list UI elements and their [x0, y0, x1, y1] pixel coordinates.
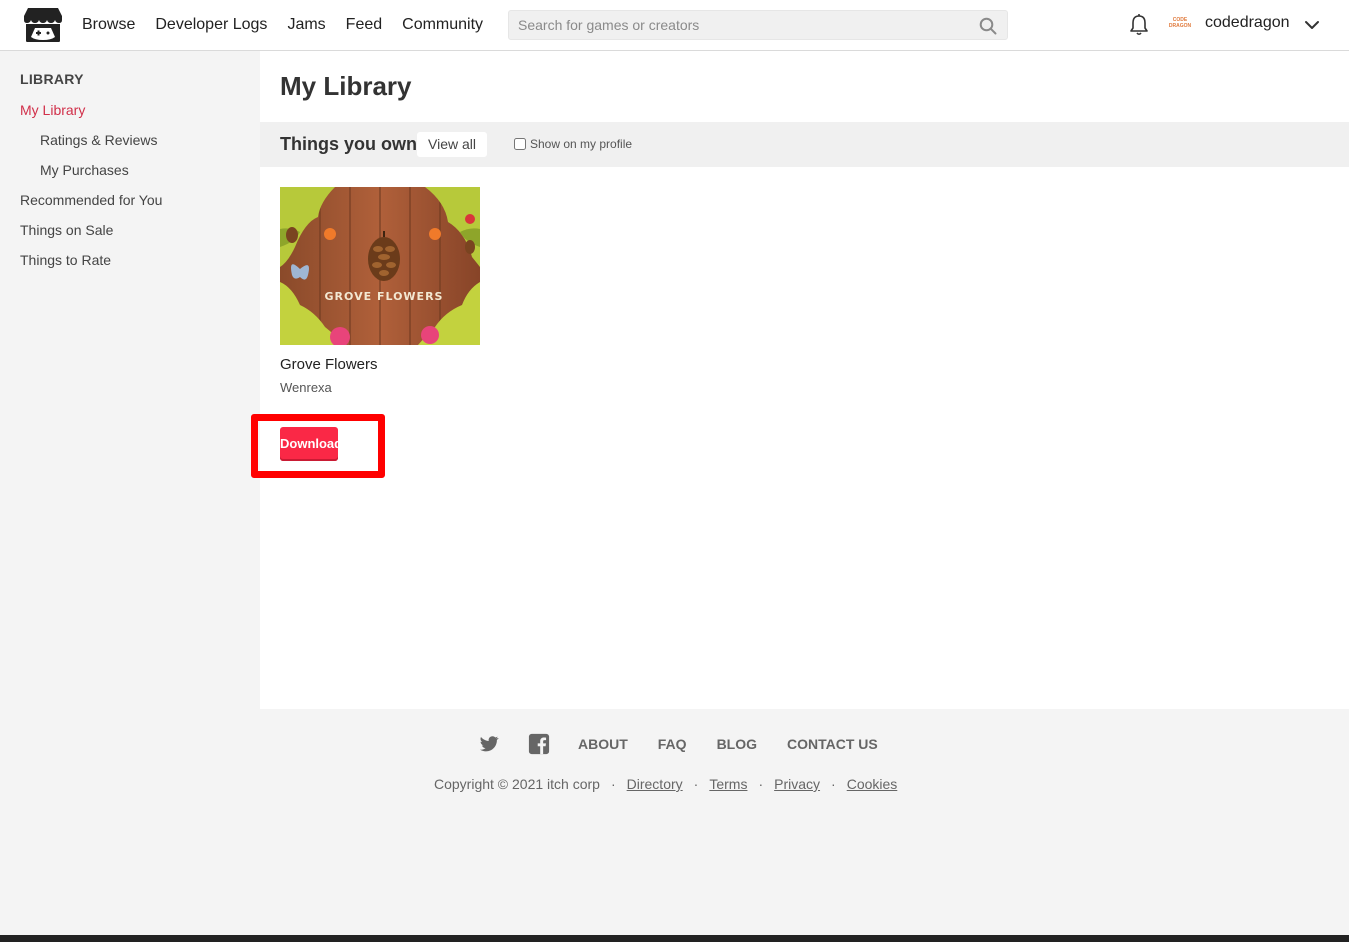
- thumbnail-title: GROVE FLOWERS: [325, 290, 444, 303]
- search-box: [508, 10, 1008, 40]
- main-nav: Browse Developer Logs Jams Feed Communit…: [82, 0, 503, 50]
- game-thumbnail[interactable]: GROVE FLOWERS: [280, 187, 480, 345]
- section-title: Things you own: [280, 134, 417, 154]
- footer-blog-link[interactable]: BLOG: [717, 736, 757, 752]
- sidebar-item-things-to-rate[interactable]: Things to Rate: [20, 252, 111, 268]
- search-input[interactable]: [509, 11, 1007, 39]
- site-header: Browse Developer Logs Jams Feed Communit…: [0, 0, 1349, 51]
- footer-about-link[interactable]: ABOUT: [578, 736, 628, 752]
- sidebar-heading: LIBRARY: [20, 71, 84, 87]
- itch-logo-icon[interactable]: [23, 7, 63, 43]
- sidebar-item-my-purchases[interactable]: My Purchases: [40, 162, 129, 178]
- cookies-link[interactable]: Cookies: [847, 776, 898, 792]
- show-on-profile-toggle[interactable]: Show on my profile: [514, 137, 632, 151]
- copyright-line: Copyright © 2021 itch corp · Directory ·…: [434, 776, 897, 792]
- nav-feed[interactable]: Feed: [346, 16, 382, 34]
- search-icon[interactable]: [979, 17, 997, 35]
- separator-dot: ·: [758, 776, 764, 792]
- facebook-icon[interactable]: [528, 733, 550, 755]
- game-cell: GROVE FLOWERS Grove Flowers Wenrexa: [280, 187, 480, 395]
- footer-links: ABOUT FAQ BLOG CONTACT US: [478, 733, 908, 755]
- chevron-down-icon[interactable]: [1303, 16, 1321, 34]
- footer-contact-link[interactable]: CONTACT US: [787, 736, 878, 752]
- game-author-link[interactable]: Wenrexa: [280, 380, 332, 395]
- page-title: My Library: [280, 71, 412, 101]
- terms-link[interactable]: Terms: [709, 776, 747, 792]
- separator-dot: ·: [610, 776, 616, 792]
- privacy-link[interactable]: Privacy: [774, 776, 820, 792]
- library-sidebar: LIBRARY My Library Ratings & Reviews My …: [0, 51, 260, 709]
- owned-section-header: Things you own View all Show on my profi…: [260, 122, 1349, 167]
- sidebar-item-ratings-reviews[interactable]: Ratings & Reviews: [40, 132, 158, 148]
- bell-icon[interactable]: [1128, 13, 1150, 37]
- twitter-icon[interactable]: [478, 733, 500, 755]
- nav-browse[interactable]: Browse: [82, 16, 135, 34]
- username[interactable]: codedragon: [1205, 14, 1290, 32]
- sidebar-item-things-on-sale[interactable]: Things on Sale: [20, 222, 113, 238]
- site-footer: ABOUT FAQ BLOG CONTACT US Copyright © 20…: [0, 709, 1349, 935]
- footer-faq-link[interactable]: FAQ: [658, 736, 687, 752]
- nav-jams[interactable]: Jams: [287, 16, 325, 34]
- game-title-link[interactable]: Grove Flowers: [280, 356, 378, 373]
- nav-developer-logs[interactable]: Developer Logs: [155, 16, 267, 34]
- separator-dot: ·: [693, 776, 699, 792]
- show-on-profile-label: Show on my profile: [530, 137, 633, 151]
- nav-community[interactable]: Community: [402, 16, 483, 34]
- avatar[interactable]: CODE DRAGON: [1167, 12, 1193, 38]
- library-main: My Library Things you own View all Show …: [251, 51, 1349, 709]
- view-all-button[interactable]: View all: [417, 132, 487, 157]
- directory-link[interactable]: Directory: [627, 776, 683, 792]
- sidebar-item-my-library[interactable]: My Library: [20, 102, 85, 118]
- window-bottom-edge: [0, 935, 1349, 942]
- show-on-profile-checkbox[interactable]: [514, 138, 526, 150]
- copyright-text: Copyright © 2021 itch corp: [434, 776, 600, 792]
- download-button[interactable]: Download: [280, 427, 342, 461]
- sidebar-item-recommended[interactable]: Recommended for You: [20, 192, 162, 208]
- separator-dot: ·: [831, 776, 836, 792]
